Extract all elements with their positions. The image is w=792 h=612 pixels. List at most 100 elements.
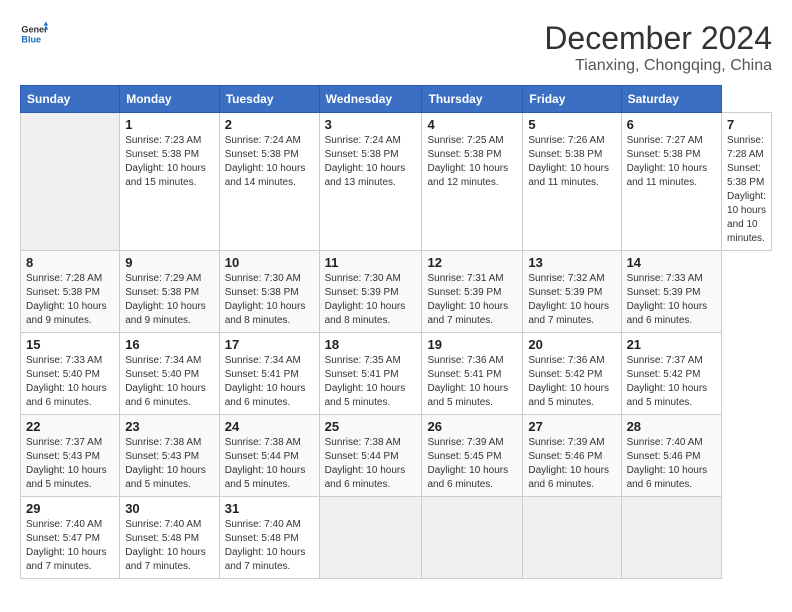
day-info: Sunrise: 7:30 AMSunset: 5:38 PMDaylight:… [225,272,314,328]
day-number: 15 [26,337,114,352]
empty-cell [21,113,120,251]
day-info: Sunrise: 7:26 AMSunset: 5:38 PMDaylight:… [528,134,615,190]
logo: General Blue [20,20,48,48]
weekday-header-monday: Monday [120,86,220,113]
day-info: Sunrise: 7:33 AMSunset: 5:40 PMDaylight:… [26,354,114,410]
day-info: Sunrise: 7:32 AMSunset: 5:39 PMDaylight:… [528,272,615,328]
svg-text:Blue: Blue [21,34,41,44]
day-number: 6 [627,117,716,132]
calendar-cell: 28Sunrise: 7:40 AMSunset: 5:46 PMDayligh… [621,415,721,497]
weekday-header-sunday: Sunday [21,86,120,113]
calendar-cell: 14 Sunrise: 7:33 AMSunset: 5:39 PMDayligh… [621,251,721,333]
calendar-week-row: 15 Sunrise: 7:33 AMSunset: 5:40 PMDayligh… [21,333,772,415]
calendar-cell [523,497,621,579]
calendar-week-row: 1Sunrise: 7:23 AMSunset: 5:38 PMDaylight… [21,113,772,251]
page-header: General Blue December 2024 Tianxing, Cho… [20,20,772,75]
calendar-table: SundayMondayTuesdayWednesdayThursdayFrid… [20,85,772,579]
day-number: 10 [225,255,314,270]
day-info: Sunrise: 7:36 AMSunset: 5:42 PMDaylight:… [528,354,615,410]
calendar-cell: 9Sunrise: 7:29 AMSunset: 5:38 PMDaylight… [120,251,220,333]
weekday-header-friday: Friday [523,86,621,113]
day-number: 4 [427,117,517,132]
day-info: Sunrise: 7:35 AMSunset: 5:41 PMDaylight:… [325,354,417,410]
day-info: Sunrise: 7:40 AMSunset: 5:46 PMDaylight:… [627,436,716,492]
calendar-cell: 25 Sunrise: 7:38 AMSunset: 5:44 PMDayligh… [319,415,422,497]
calendar-cell: 7 Sunrise: 7:28 AMSunset: 5:38 PMDaylight… [722,113,772,251]
calendar-cell: 15 Sunrise: 7:33 AMSunset: 5:40 PMDayligh… [21,333,120,415]
day-number: 17 [225,337,314,352]
calendar-cell: 29 Sunrise: 7:40 AMSunset: 5:47 PMDayligh… [21,497,120,579]
calendar-cell [621,497,721,579]
calendar-cell: 18 Sunrise: 7:35 AMSunset: 5:41 PMDayligh… [319,333,422,415]
calendar-cell: 17 Sunrise: 7:34 AMSunset: 5:41 PMDayligh… [219,333,319,415]
day-number: 27 [528,419,615,434]
calendar-week-row: 22 Sunrise: 7:37 AMSunset: 5:43 PMDayligh… [21,415,772,497]
calendar-header-row: SundayMondayTuesdayWednesdayThursdayFrid… [21,86,772,113]
day-info: Sunrise: 7:30 AMSunset: 5:39 PMDaylight:… [325,272,417,328]
day-number: 25 [325,419,417,434]
day-info: Sunrise: 7:40 AMSunset: 5:48 PMDaylight:… [225,518,314,574]
calendar-week-row: 8 Sunrise: 7:28 AMSunset: 5:38 PMDaylight… [21,251,772,333]
day-number: 22 [26,419,114,434]
day-info: Sunrise: 7:40 AMSunset: 5:47 PMDaylight:… [26,518,114,574]
calendar-cell: 16Sunrise: 7:34 AMSunset: 5:40 PMDayligh… [120,333,220,415]
calendar-cell: 19Sunrise: 7:36 AMSunset: 5:41 PMDayligh… [422,333,523,415]
day-info: Sunrise: 7:23 AMSunset: 5:38 PMDaylight:… [125,134,214,190]
calendar-cell: 8 Sunrise: 7:28 AMSunset: 5:38 PMDaylight… [21,251,120,333]
day-number: 3 [325,117,417,132]
day-info: Sunrise: 7:24 AMSunset: 5:38 PMDaylight:… [325,134,417,190]
title-area: December 2024 Tianxing, Chongqing, China [544,20,772,75]
day-number: 18 [325,337,417,352]
day-info: Sunrise: 7:38 AMSunset: 5:44 PMDaylight:… [325,436,417,492]
calendar-cell: 13 Sunrise: 7:32 AMSunset: 5:39 PMDayligh… [523,251,621,333]
day-number: 21 [627,337,716,352]
day-info: Sunrise: 7:39 AMSunset: 5:45 PMDaylight:… [427,436,517,492]
day-info: Sunrise: 7:36 AMSunset: 5:41 PMDaylight:… [427,354,517,410]
day-number: 13 [528,255,615,270]
day-number: 26 [427,419,517,434]
calendar-cell: 4Sunrise: 7:25 AMSunset: 5:38 PMDaylight… [422,113,523,251]
weekday-header-saturday: Saturday [621,86,721,113]
calendar-cell: 22 Sunrise: 7:37 AMSunset: 5:43 PMDayligh… [21,415,120,497]
day-number: 16 [125,337,214,352]
day-number: 14 [627,255,716,270]
day-number: 23 [125,419,214,434]
day-info: Sunrise: 7:40 AMSunset: 5:48 PMDaylight:… [125,518,214,574]
calendar-cell [422,497,523,579]
weekday-header-thursday: Thursday [422,86,523,113]
day-info: Sunrise: 7:37 AMSunset: 5:42 PMDaylight:… [627,354,716,410]
day-info: Sunrise: 7:34 AMSunset: 5:41 PMDaylight:… [225,354,314,410]
main-title: December 2024 [544,20,772,57]
day-number: 7 [727,117,766,132]
day-number: 8 [26,255,114,270]
calendar-cell: 10 Sunrise: 7:30 AMSunset: 5:38 PMDayligh… [219,251,319,333]
calendar-cell [319,497,422,579]
calendar-cell: 31Sunrise: 7:40 AMSunset: 5:48 PMDayligh… [219,497,319,579]
day-number: 29 [26,501,114,516]
day-number: 20 [528,337,615,352]
day-number: 30 [125,501,214,516]
calendar-cell: 20 Sunrise: 7:36 AMSunset: 5:42 PMDayligh… [523,333,621,415]
calendar-cell: 30 Sunrise: 7:40 AMSunset: 5:48 PMDayligh… [120,497,220,579]
day-number: 11 [325,255,417,270]
calendar-cell: 3 Sunrise: 7:24 AMSunset: 5:38 PMDaylight… [319,113,422,251]
day-info: Sunrise: 7:28 AMSunset: 5:38 PMDaylight:… [727,134,766,246]
day-info: Sunrise: 7:31 AMSunset: 5:39 PMDaylight:… [427,272,517,328]
day-info: Sunrise: 7:39 AMSunset: 5:46 PMDaylight:… [528,436,615,492]
calendar-cell: 11 Sunrise: 7:30 AMSunset: 5:39 PMDayligh… [319,251,422,333]
subtitle: Tianxing, Chongqing, China [544,57,772,75]
calendar-cell: 23 Sunrise: 7:38 AMSunset: 5:43 PMDayligh… [120,415,220,497]
day-info: Sunrise: 7:24 AMSunset: 5:38 PMDaylight:… [225,134,314,190]
calendar-week-row: 29 Sunrise: 7:40 AMSunset: 5:47 PMDayligh… [21,497,772,579]
day-info: Sunrise: 7:37 AMSunset: 5:43 PMDaylight:… [26,436,114,492]
calendar-cell: 2Sunrise: 7:24 AMSunset: 5:38 PMDaylight… [219,113,319,251]
day-number: 12 [427,255,517,270]
day-info: Sunrise: 7:33 AMSunset: 5:39 PMDaylight:… [627,272,716,328]
calendar-cell: 26 Sunrise: 7:39 AMSunset: 5:45 PMDayligh… [422,415,523,497]
calendar-cell: 12 Sunrise: 7:31 AMSunset: 5:39 PMDayligh… [422,251,523,333]
calendar-cell: 5 Sunrise: 7:26 AMSunset: 5:38 PMDaylight… [523,113,621,251]
day-number: 5 [528,117,615,132]
calendar-cell: 6Sunrise: 7:27 AMSunset: 5:38 PMDaylight… [621,113,721,251]
day-info: Sunrise: 7:28 AMSunset: 5:38 PMDaylight:… [26,272,114,328]
day-info: Sunrise: 7:38 AMSunset: 5:43 PMDaylight:… [125,436,214,492]
